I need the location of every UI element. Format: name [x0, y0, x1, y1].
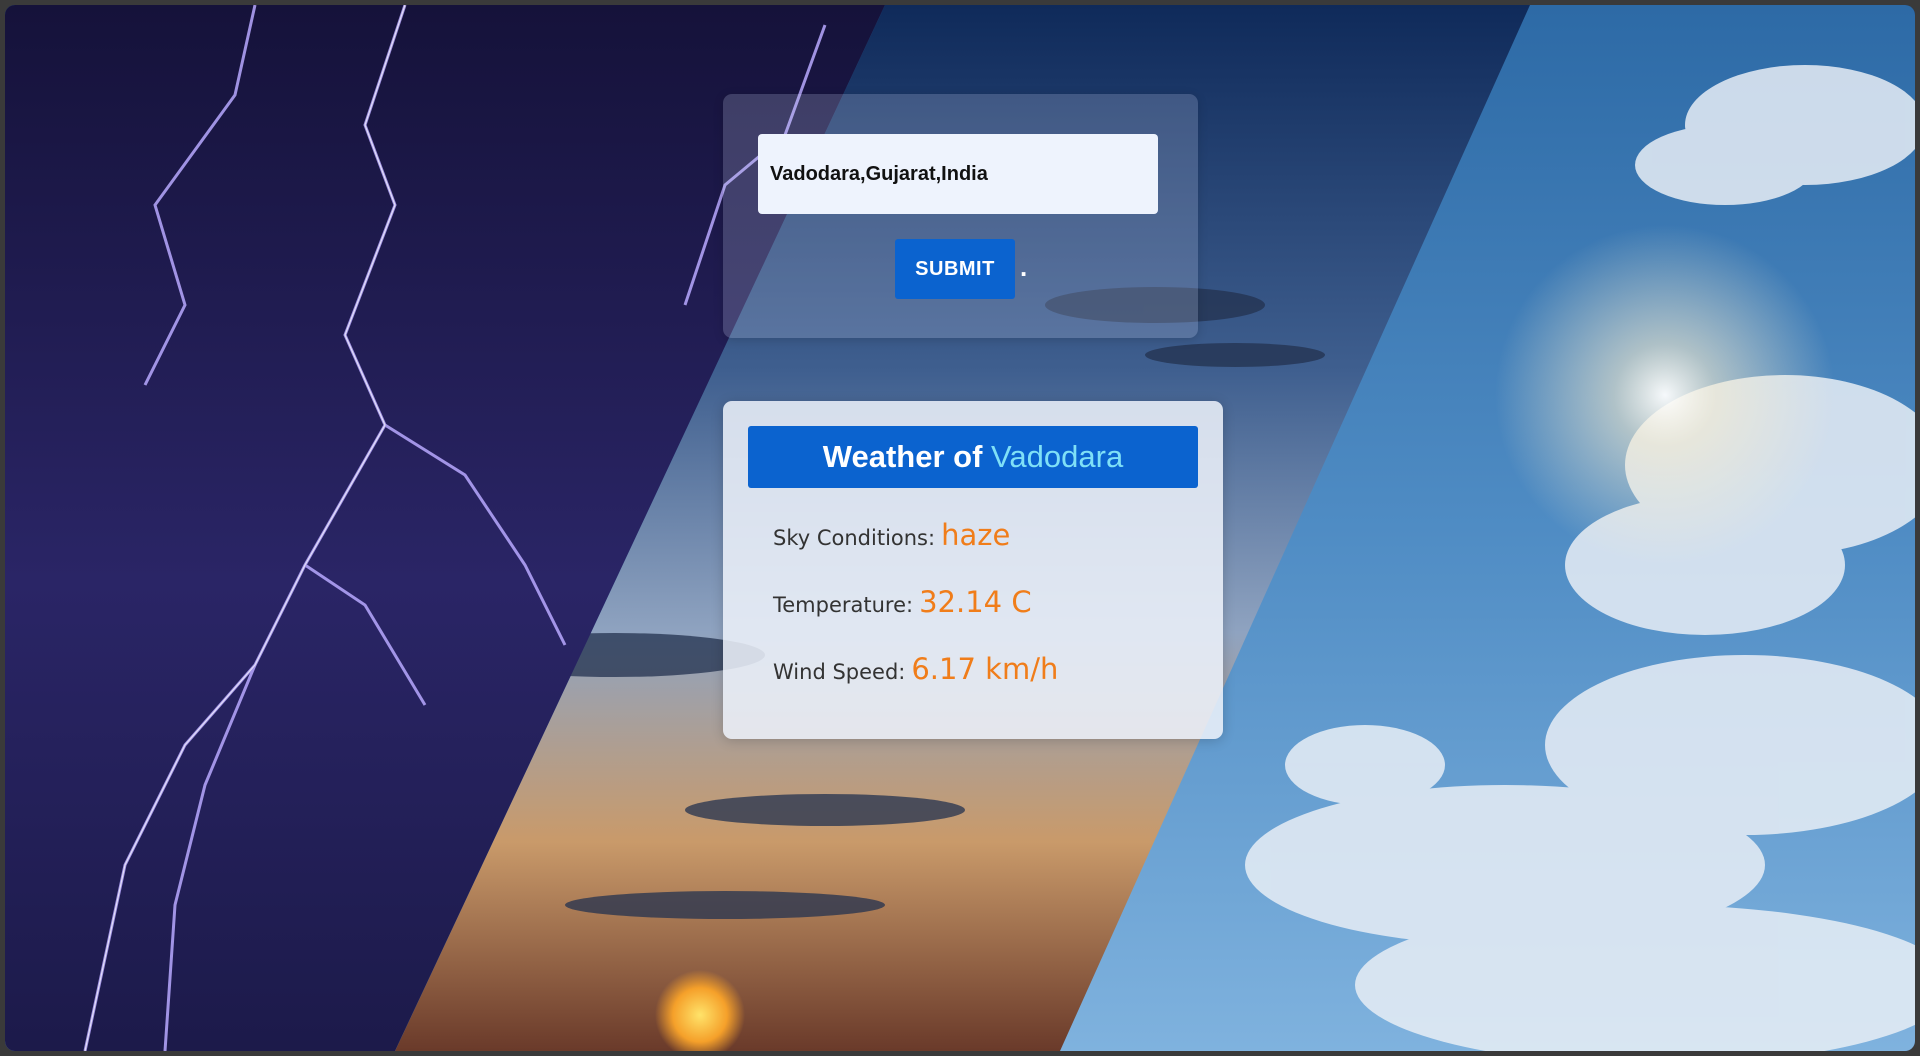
wind-speed-value: 6.17 km/h	[911, 652, 1059, 686]
sky-conditions-label: Sky Conditions:	[773, 526, 936, 550]
wind-speed-row: Wind Speed: 6.17 km/h	[773, 652, 1058, 686]
heading-city: Vadodara	[991, 439, 1124, 474]
trailing-dot: .	[1020, 252, 1028, 282]
search-panel: SUBMIT .	[723, 94, 1198, 338]
temperature-value: 32.14 C	[919, 585, 1032, 619]
temperature-row: Temperature: 32.14 C	[773, 585, 1032, 619]
weather-heading: Weather of Vadodara	[748, 426, 1198, 488]
submit-button[interactable]: SUBMIT	[895, 239, 1015, 299]
temperature-label: Temperature:	[773, 593, 914, 617]
sky-conditions-value: haze	[941, 518, 1011, 552]
city-search-input[interactable]	[758, 134, 1158, 214]
browser-viewport: SUBMIT . Weather of Vadodara Sky Conditi…	[0, 0, 1920, 1056]
weather-result-card: Weather of Vadodara Sky Conditions: haze …	[723, 401, 1223, 739]
sky-conditions-row: Sky Conditions: haze	[773, 518, 1010, 552]
heading-prefix: Weather of	[822, 439, 983, 474]
wind-speed-label: Wind Speed:	[773, 660, 906, 684]
